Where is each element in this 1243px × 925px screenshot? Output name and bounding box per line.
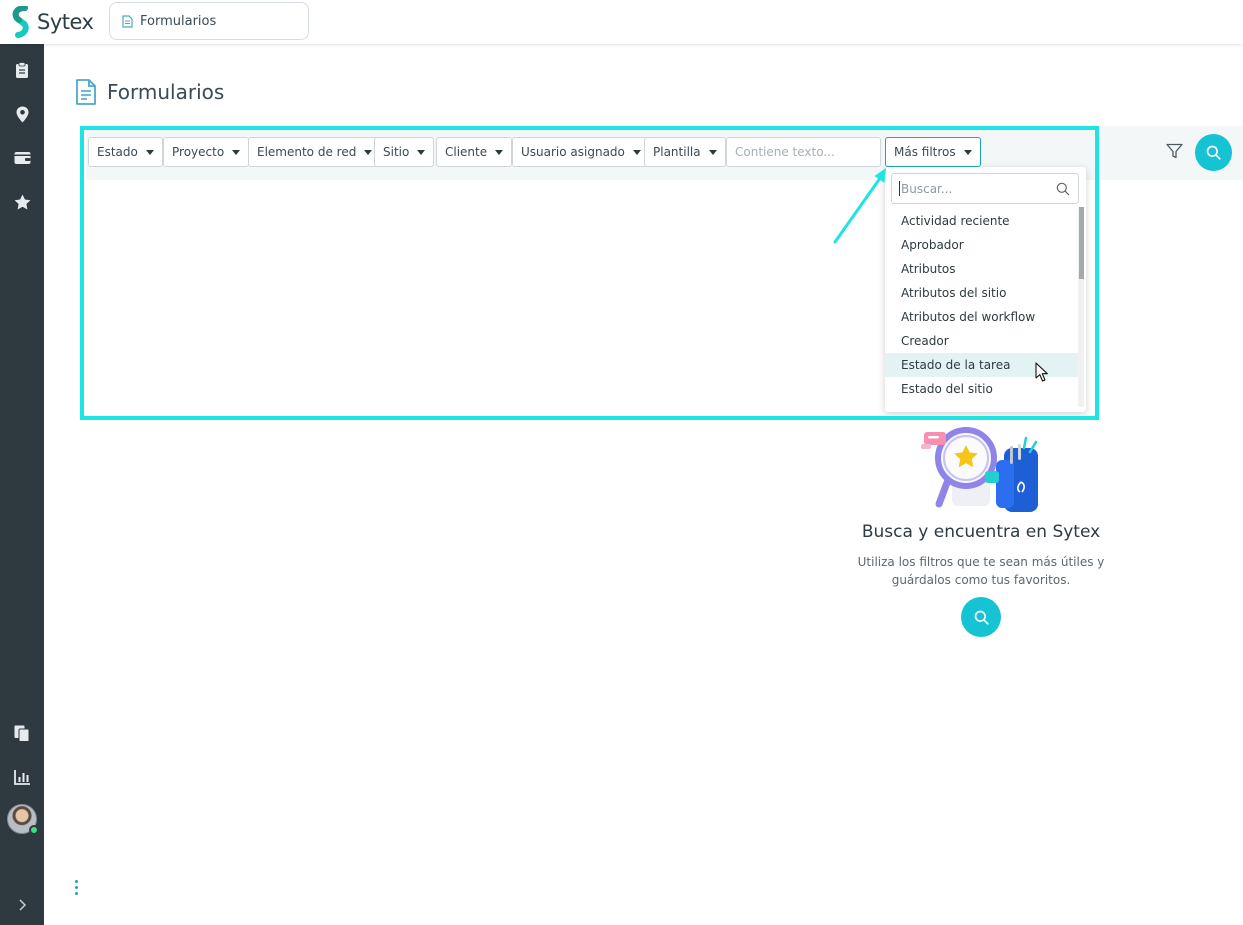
filter-cliente[interactable]: Cliente	[436, 137, 513, 167]
empty-state-description: Utiliza los filtros que te sean más útil…	[857, 555, 1105, 587]
search-icon	[1206, 145, 1221, 160]
dropdown-search-placeholder: Buscar...	[901, 181, 953, 196]
filter-label: Sitio	[383, 145, 410, 159]
annotation-arrow-icon	[833, 168, 886, 244]
clipboard-icon[interactable]	[12, 60, 32, 80]
dropdown-search-input[interactable]: Buscar...	[891, 173, 1079, 204]
online-status-dot	[29, 825, 39, 835]
search-button[interactable]	[1195, 134, 1232, 171]
more-filters-button[interactable]: Más filtros	[885, 137, 981, 167]
filter-plantilla[interactable]: Plantilla	[644, 137, 726, 167]
filter-proyecto[interactable]: Proyecto	[163, 137, 250, 167]
dropdown-item[interactable]: Aprobador	[885, 233, 1078, 257]
dropdown-item[interactable]: Estado del sitio	[885, 377, 1078, 401]
caret-down-icon	[708, 149, 717, 155]
caret-down-icon	[632, 149, 641, 155]
location-pin-icon[interactable]	[12, 104, 32, 124]
wallet-icon[interactable]	[12, 148, 32, 168]
filter-sitio[interactable]: Sitio	[374, 137, 435, 167]
filter-estado[interactable]: Estado	[88, 137, 163, 167]
sytex-logo-icon	[12, 6, 29, 38]
caret-down-icon	[963, 149, 972, 155]
search-icon	[1056, 182, 1070, 196]
dropdown-item[interactable]: Atributos del sitio	[885, 281, 1078, 305]
sidebar	[0, 44, 44, 925]
tab-formularios[interactable]: Formularios	[109, 2, 309, 40]
top-bar: Sytex Formularios	[0, 0, 1243, 44]
caret-down-icon	[232, 149, 241, 155]
caret-down-icon	[145, 149, 154, 155]
dropdown-item[interactable]: Creador	[885, 329, 1078, 353]
dropdown-scrollbar-thumb[interactable]	[1079, 207, 1084, 279]
form-document-icon	[76, 79, 96, 105]
dropdown-item[interactable]: Actividad reciente	[885, 209, 1078, 233]
empty-state-search-button[interactable]	[961, 597, 1001, 637]
filter-usuario-asignado[interactable]: Usuario asignado	[512, 137, 650, 167]
page-title: Formularios	[75, 78, 224, 106]
document-icon	[122, 14, 133, 28]
logo[interactable]: Sytex	[10, 5, 94, 39]
filter-label: Plantilla	[653, 145, 701, 159]
caret-down-icon	[495, 149, 504, 155]
filter-label: Proyecto	[172, 145, 225, 159]
search-icon	[974, 610, 989, 625]
logo-text: Sytex	[37, 10, 94, 34]
more-filters-dropdown: Buscar... Actividad reciente Aprobador A…	[885, 167, 1086, 412]
filter-funnel-icon[interactable]	[1166, 143, 1183, 159]
filter-label: Estado	[97, 145, 138, 159]
filter-label: Usuario asignado	[521, 145, 625, 159]
chart-icon[interactable]	[12, 767, 32, 787]
more-filters-label: Más filtros	[894, 145, 956, 159]
page-title-text: Formularios	[107, 80, 225, 104]
tab-label: Formularios	[140, 13, 217, 29]
empty-state-title: Busca y encuentra en Sytex	[861, 522, 1101, 542]
filter-elemento-de-red[interactable]: Elemento de red	[248, 137, 382, 167]
more-options-icon[interactable]	[75, 880, 79, 898]
files-icon[interactable]	[12, 723, 32, 743]
filter-label: Elemento de red	[257, 145, 357, 159]
dropdown-item-hovered[interactable]: Estado de la tarea	[885, 353, 1078, 377]
dropdown-list: Actividad reciente Aprobador Atributos A…	[885, 209, 1078, 401]
dropdown-item[interactable]: Atributos	[885, 257, 1078, 281]
filter-label: Cliente	[445, 145, 488, 159]
search-illustration	[921, 427, 1038, 512]
chevron-right-icon[interactable]	[12, 895, 32, 915]
contains-text-input[interactable]	[726, 137, 881, 167]
star-icon[interactable]	[12, 192, 32, 212]
caret-down-icon	[417, 149, 426, 155]
mouse-cursor-icon	[1035, 362, 1048, 382]
dropdown-item[interactable]: Atributos del workflow	[885, 305, 1078, 329]
caret-down-icon	[364, 149, 373, 155]
text-cursor	[899, 181, 900, 196]
